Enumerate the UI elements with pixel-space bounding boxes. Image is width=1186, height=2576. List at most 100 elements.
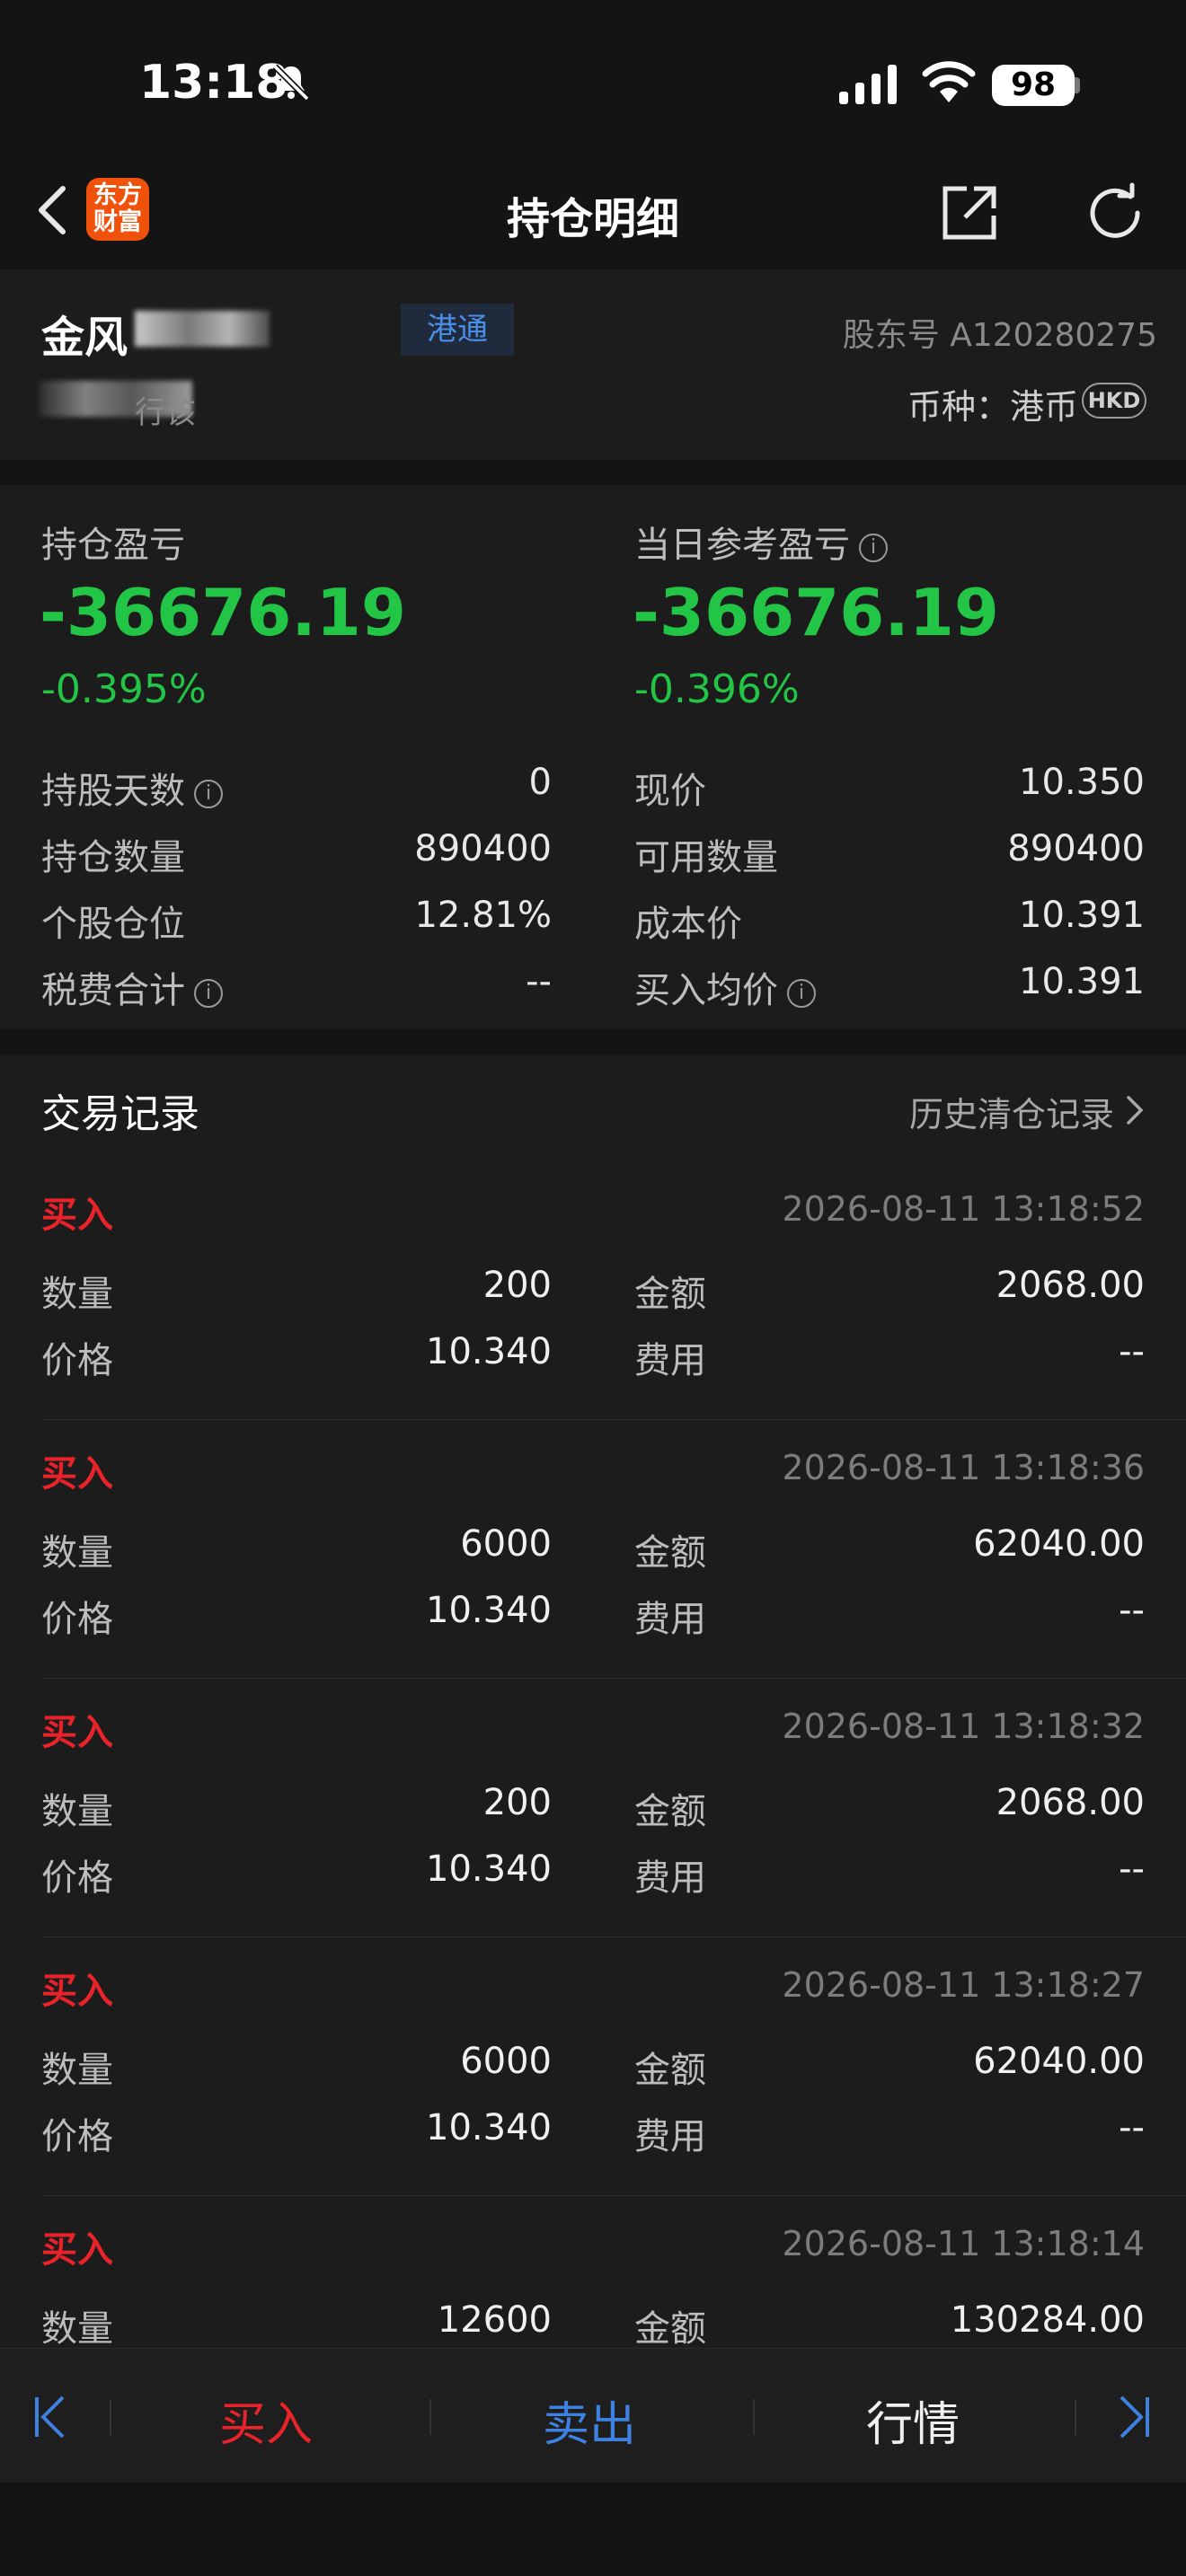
- history-link[interactable]: 历史清仓记录: [909, 1087, 1114, 1136]
- bottom-action-bar: 买入 卖出 行情: [0, 2348, 1186, 2483]
- trade-row[interactable]: 买入 2026-08-11 13:18:32 数量 200 金额 2068.00…: [0, 1703, 1186, 1962]
- trade-time: 2026-08-11 13:18:36: [782, 1448, 1145, 1487]
- buy-button[interactable]: 买入: [113, 2386, 419, 2454]
- daily-pl-value: -36676.19: [633, 575, 999, 650]
- info-icon[interactable]: i: [859, 534, 888, 562]
- trade-row[interactable]: 买入 2026-08-11 13:18:27 数量 6000 金额 62040.…: [0, 1962, 1186, 2220]
- qty-value: 200: [482, 1782, 552, 1823]
- page-title: 持仓明细: [506, 194, 679, 244]
- metric-cost-value: 10.391: [1019, 895, 1145, 936]
- trade-type: 买入: [41, 1971, 113, 2012]
- position-pl-pct: -0.395%: [41, 666, 207, 712]
- qty-label: 数量: [41, 1791, 113, 1832]
- trade-type: 买入: [41, 1195, 113, 1236]
- daily-pl-label-text: 当日参考盈亏: [634, 525, 850, 566]
- amount-value: 62040.00: [973, 2041, 1145, 2082]
- metric-label: 买入均价: [634, 970, 778, 1011]
- amount-value: 2068.00: [996, 1782, 1145, 1823]
- fee-label: 费用: [634, 1340, 706, 1381]
- info-icon[interactable]: i: [194, 780, 223, 808]
- wifi-icon: [922, 61, 976, 102]
- metric-position-qty-label: 持仓数量: [41, 837, 185, 878]
- fee-value: --: [1119, 1331, 1145, 1372]
- amount-value: 2068.00: [996, 1265, 1145, 1306]
- metric-hold-days-label: 持股天数 i: [41, 762, 223, 814]
- amount-label: 金额: [634, 1532, 706, 1574]
- amount-label: 金额: [634, 1274, 706, 1315]
- trade-type: 买入: [41, 1712, 113, 1753]
- row-divider: [41, 1419, 1186, 1420]
- row-divider: [41, 1678, 1186, 1679]
- metric-label: 税费合计: [41, 970, 185, 1011]
- amount-value: 130284.00: [950, 2299, 1145, 2341]
- metric-cost-label: 成本价: [634, 904, 742, 945]
- battery-tip: [1075, 77, 1080, 93]
- fee-label: 费用: [634, 2116, 706, 2157]
- trade-time: 2026-08-11 13:18:14: [782, 2224, 1145, 2263]
- metric-price-value: 10.350: [1019, 762, 1145, 803]
- amount-value: 62040.00: [973, 1523, 1145, 1565]
- amount-label: 金额: [634, 2050, 706, 2091]
- chevron-right-icon[interactable]: [1125, 1094, 1145, 1126]
- metric-available-qty-label: 可用数量: [634, 837, 778, 878]
- trade-time: 2026-08-11 13:18:27: [782, 1965, 1145, 2005]
- price-label: 价格: [41, 1599, 113, 1640]
- market-tag: 港通: [401, 304, 514, 356]
- fee-value: --: [1119, 1590, 1145, 1631]
- metric-tax-value: --: [526, 961, 552, 1002]
- status-time: 13:18: [139, 56, 288, 110]
- fee-value: --: [1119, 1848, 1145, 1890]
- metric-avg-buy-value: 10.391: [1019, 961, 1145, 1002]
- qty-label: 数量: [41, 1274, 113, 1315]
- daily-pl-pct: -0.396%: [634, 666, 800, 712]
- qty-value: 6000: [460, 1523, 552, 1565]
- records-title: 交易记录: [41, 1091, 199, 1137]
- daily-pl-label: 当日参考盈亏 i: [634, 516, 888, 568]
- refresh-icon[interactable]: [1084, 181, 1146, 244]
- last-page-icon[interactable]: [1116, 2392, 1152, 2442]
- battery-icon: 98: [992, 65, 1075, 106]
- trade-time: 2026-08-11 13:18:32: [782, 1707, 1145, 1746]
- trade-records: 交易记录 历史清仓记录 买入 2026-08-11 13:18:52 数量 20…: [0, 1054, 1186, 2348]
- position-pl-value: -36676.19: [40, 575, 406, 650]
- home-indicator-area: [0, 2483, 1186, 2576]
- trade-type: 买入: [41, 1453, 113, 1495]
- qty-label: 数量: [41, 1532, 113, 1574]
- price-value: 10.340: [426, 1590, 552, 1631]
- metric-tax-label: 税费合计 i: [41, 961, 223, 1013]
- qty-value: 12600: [437, 2299, 552, 2341]
- bar-separator: [753, 2399, 755, 2435]
- metric-label: 持股天数: [41, 771, 185, 812]
- bar-separator: [110, 2399, 111, 2435]
- metric-price-label: 现价: [634, 771, 706, 812]
- qty-label: 数量: [41, 2308, 113, 2348]
- trade-row[interactable]: 买入 2026-08-11 13:18:14 数量 12600 金额 13028…: [0, 2220, 1186, 2348]
- first-page-icon[interactable]: [32, 2392, 68, 2442]
- qty-value: 200: [482, 1265, 552, 1306]
- stock-suffix: 行该: [135, 395, 196, 431]
- price-value: 10.340: [426, 2107, 552, 2148]
- trade-row[interactable]: 买入 2026-08-11 13:18:36 数量 6000 金额 62040.…: [0, 1444, 1186, 1703]
- share-icon[interactable]: [940, 183, 999, 243]
- quote-button[interactable]: 行情: [760, 2386, 1066, 2454]
- cellular-signal-icon: [839, 65, 897, 104]
- bar-separator: [429, 2399, 431, 2435]
- info-icon[interactable]: i: [194, 979, 223, 1008]
- price-label: 价格: [41, 1340, 113, 1381]
- amount-label: 金额: [634, 2308, 706, 2348]
- fee-label: 费用: [634, 1599, 706, 1640]
- metric-hold-days-value: 0: [528, 762, 552, 803]
- qty-value: 6000: [460, 2041, 552, 2082]
- price-label: 价格: [41, 1857, 113, 1899]
- metric-available-qty-value: 890400: [1007, 828, 1145, 869]
- app-screen: 13:18 98 东方 财富 持仓明细 金风 港通 股东号 A120280275…: [0, 0, 1186, 2576]
- fee-value: --: [1119, 2107, 1145, 2148]
- row-divider: [41, 2195, 1186, 2196]
- price-value: 10.340: [426, 1848, 552, 1890]
- info-icon[interactable]: i: [787, 979, 816, 1008]
- position-summary: 持仓盈亏 -36676.19 -0.395% 当日参考盈亏 i -36676.19…: [0, 485, 1186, 1029]
- metric-weight-label: 个股仓位: [41, 904, 185, 945]
- row-divider: [41, 1936, 1186, 1937]
- sell-button[interactable]: 卖出: [437, 2386, 742, 2454]
- trade-row[interactable]: 买入 2026-08-11 13:18:52 数量 200 金额 2068.00…: [0, 1186, 1186, 1444]
